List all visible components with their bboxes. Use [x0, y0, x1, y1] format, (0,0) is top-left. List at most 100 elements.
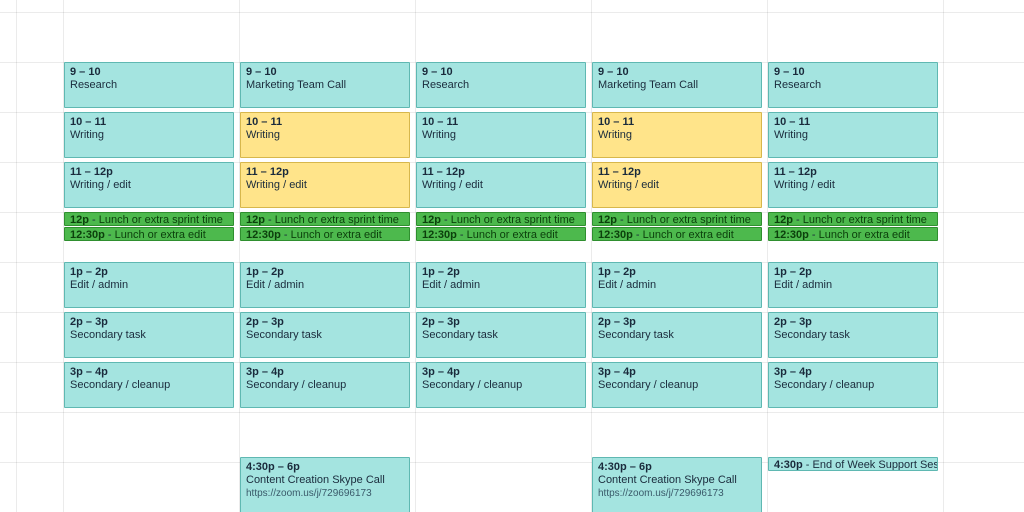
event-title: Writing / edit	[774, 179, 835, 191]
event-writing[interactable]: 10 – 11Writing	[592, 112, 762, 158]
event-writing-edit[interactable]: 11 – 12pWriting / edit	[64, 162, 234, 208]
event-title: Lunch or extra edit	[467, 229, 558, 241]
event-title: Edit / admin	[70, 279, 128, 291]
event-lunch-or-extra-sprint-time[interactable]: 12p - Lunch or extra sprint time	[64, 212, 234, 226]
event-writing-edit[interactable]: 11 – 12pWriting / edit	[240, 162, 410, 208]
event-time: 11 – 12p	[774, 166, 817, 178]
event-title: Writing	[246, 129, 280, 141]
event-lunch-or-extra-edit[interactable]: 12:30p - Lunch or extra edit	[64, 227, 234, 241]
event-time: 11 – 12p	[70, 166, 113, 178]
event-time: 4:30p	[774, 459, 803, 471]
event-time: 11 – 12p	[246, 166, 289, 178]
event-subtitle: https://zoom.us/j/729696173	[598, 487, 757, 500]
event-title: Lunch or extra sprint time	[451, 214, 575, 226]
event-research[interactable]: 9 – 10Research	[768, 62, 938, 108]
event-edit-admin[interactable]: 1p – 2pEdit / admin	[768, 262, 938, 308]
day-column-friday: 9 – 10Research10 – 11Writing11 – 12pWrit…	[768, 0, 940, 512]
event-time: 10 – 11	[422, 116, 458, 128]
event-edit-admin[interactable]: 1p – 2pEdit / admin	[240, 262, 410, 308]
event-title: Lunch or extra sprint time	[627, 214, 751, 226]
event-secondary-cleanup[interactable]: 3p – 4pSecondary / cleanup	[64, 362, 234, 408]
event-marketing-team-call[interactable]: 9 – 10Marketing Team Call	[592, 62, 762, 108]
event-end-of-week-support-session[interactable]: 4:30p - End of Week Support Session	[768, 457, 938, 471]
event-title: Secondary task	[598, 329, 674, 341]
event-research[interactable]: 9 – 10Research	[64, 62, 234, 108]
event-time: 12:30p	[70, 229, 105, 241]
event-title: Edit / admin	[774, 279, 832, 291]
event-secondary-cleanup[interactable]: 3p – 4pSecondary / cleanup	[768, 362, 938, 408]
event-secondary-cleanup[interactable]: 3p – 4pSecondary / cleanup	[592, 362, 762, 408]
event-time: 12:30p	[598, 229, 633, 241]
calendar-week-view[interactable]: 9 – 10Research10 – 11Writing11 – 12pWrit…	[0, 0, 1024, 512]
event-secondary-task[interactable]: 2p – 3pSecondary task	[240, 312, 410, 358]
event-time: 10 – 11	[774, 116, 810, 128]
event-time: 9 – 10	[422, 66, 453, 78]
event-time: 9 – 10	[774, 66, 805, 78]
event-title: Writing	[774, 129, 808, 141]
event-title: Writing	[422, 129, 456, 141]
event-writing[interactable]: 10 – 11Writing	[768, 112, 938, 158]
event-time: 4:30p – 6p	[246, 461, 300, 473]
event-time: 12p	[422, 214, 441, 226]
event-lunch-or-extra-edit[interactable]: 12:30p - Lunch or extra edit	[768, 227, 938, 241]
event-title: Lunch or extra edit	[115, 229, 206, 241]
event-time: 1p – 2p	[422, 266, 460, 278]
event-time: 12:30p	[422, 229, 457, 241]
event-time: 3p – 4p	[598, 366, 636, 378]
event-writing-edit[interactable]: 11 – 12pWriting / edit	[592, 162, 762, 208]
event-time: 3p – 4p	[774, 366, 812, 378]
event-writing[interactable]: 10 – 11Writing	[64, 112, 234, 158]
event-title: Secondary task	[774, 329, 850, 341]
event-secondary-task[interactable]: 2p – 3pSecondary task	[416, 312, 586, 358]
event-title: Content Creation Skype Call	[598, 474, 737, 486]
event-title: Writing / edit	[70, 179, 131, 191]
event-research[interactable]: 9 – 10Research	[416, 62, 586, 108]
event-content-creation-skype-call[interactable]: 4:30p – 6pContent Creation Skype Callhtt…	[592, 457, 762, 512]
event-time: 2p – 3p	[774, 316, 812, 328]
event-writing-edit[interactable]: 11 – 12pWriting / edit	[416, 162, 586, 208]
event-title: Secondary / cleanup	[422, 379, 522, 391]
event-title: Secondary / cleanup	[774, 379, 874, 391]
event-time: 12p	[246, 214, 265, 226]
event-writing[interactable]: 10 – 11Writing	[416, 112, 586, 158]
event-time: 1p – 2p	[598, 266, 636, 278]
event-title: Secondary / cleanup	[246, 379, 346, 391]
event-lunch-or-extra-edit[interactable]: 12:30p - Lunch or extra edit	[240, 227, 410, 241]
event-edit-admin[interactable]: 1p – 2pEdit / admin	[416, 262, 586, 308]
event-secondary-cleanup[interactable]: 3p – 4pSecondary / cleanup	[240, 362, 410, 408]
event-title: Writing / edit	[598, 179, 659, 191]
event-secondary-task[interactable]: 2p – 3pSecondary task	[592, 312, 762, 358]
event-title: Marketing Team Call	[598, 79, 698, 91]
event-title: Writing / edit	[422, 179, 483, 191]
event-lunch-or-extra-edit[interactable]: 12:30p - Lunch or extra edit	[416, 227, 586, 241]
event-lunch-or-extra-sprint-time[interactable]: 12p - Lunch or extra sprint time	[592, 212, 762, 226]
event-secondary-task[interactable]: 2p – 3pSecondary task	[64, 312, 234, 358]
event-time: 2p – 3p	[598, 316, 636, 328]
event-secondary-task[interactable]: 2p – 3pSecondary task	[768, 312, 938, 358]
event-title: Edit / admin	[598, 279, 656, 291]
event-lunch-or-extra-sprint-time[interactable]: 12p - Lunch or extra sprint time	[240, 212, 410, 226]
event-time: 2p – 3p	[246, 316, 284, 328]
event-lunch-or-extra-edit[interactable]: 12:30p - Lunch or extra edit	[592, 227, 762, 241]
event-edit-admin[interactable]: 1p – 2pEdit / admin	[64, 262, 234, 308]
event-time: 1p – 2p	[70, 266, 108, 278]
day-column-thursday: 9 – 10Marketing Team Call10 – 11Writing1…	[592, 0, 764, 512]
event-writing-edit[interactable]: 11 – 12pWriting / edit	[768, 162, 938, 208]
event-edit-admin[interactable]: 1p – 2pEdit / admin	[592, 262, 762, 308]
event-lunch-or-extra-sprint-time[interactable]: 12p - Lunch or extra sprint time	[416, 212, 586, 226]
event-title: Marketing Team Call	[246, 79, 346, 91]
event-time: 11 – 12p	[598, 166, 641, 178]
event-title: Secondary / cleanup	[70, 379, 170, 391]
event-time: 9 – 10	[598, 66, 629, 78]
event-time: 1p – 2p	[774, 266, 812, 278]
event-content-creation-skype-call[interactable]: 4:30p – 6pContent Creation Skype Callhtt…	[240, 457, 410, 512]
event-secondary-cleanup[interactable]: 3p – 4pSecondary / cleanup	[416, 362, 586, 408]
event-title: Research	[70, 79, 117, 91]
event-writing[interactable]: 10 – 11Writing	[240, 112, 410, 158]
event-marketing-team-call[interactable]: 9 – 10Marketing Team Call	[240, 62, 410, 108]
event-title: Secondary task	[70, 329, 146, 341]
event-time: 2p – 3p	[422, 316, 460, 328]
event-title: Lunch or extra edit	[291, 229, 382, 241]
event-lunch-or-extra-sprint-time[interactable]: 12p - Lunch or extra sprint time	[768, 212, 938, 226]
event-time: 10 – 11	[246, 116, 282, 128]
